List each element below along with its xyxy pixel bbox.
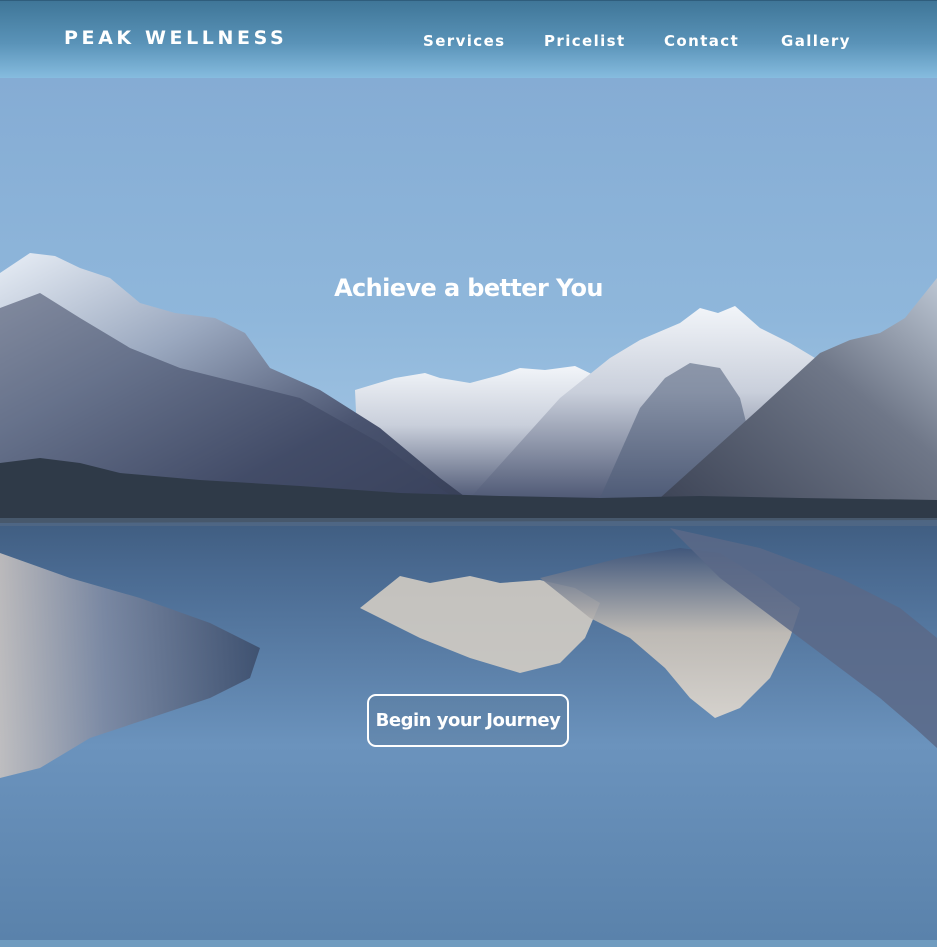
nav-link-pricelist[interactable]: Pricelist [544,32,626,50]
main-nav: Services Pricelist Contact Gallery [0,32,937,52]
hero-background-image [0,78,937,940]
bottom-edge [0,940,937,947]
nav-link-gallery[interactable]: Gallery [781,32,851,50]
nav-link-services[interactable]: Services [423,32,506,50]
page: PEAK WELLNESS Services Pricelist Contact… [0,0,939,947]
hero-headline: Achieve a better You [334,274,603,302]
begin-journey-button[interactable]: Begin your Journey [367,694,569,747]
nav-link-contact[interactable]: Contact [664,32,739,50]
hero-section: Achieve a better You Begin your Journey [0,78,937,940]
site-header: PEAK WELLNESS Services Pricelist Contact… [0,0,937,78]
